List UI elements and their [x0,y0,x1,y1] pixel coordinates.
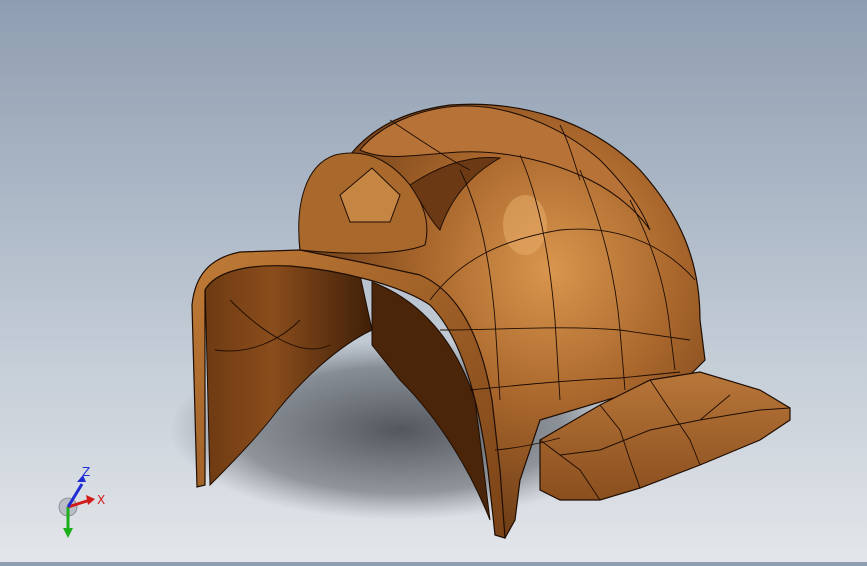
3d-model-view[interactable] [0,0,867,562]
y-axis-arrow [63,528,73,538]
x-axis-arrow [86,495,95,505]
z-axis-label: Z [82,465,90,479]
x-axis-label: X [97,493,105,507]
model-highlight [503,195,547,255]
coordinate-triad: X Z [58,465,105,538]
graphics-viewport[interactable]: X Z [0,0,867,562]
